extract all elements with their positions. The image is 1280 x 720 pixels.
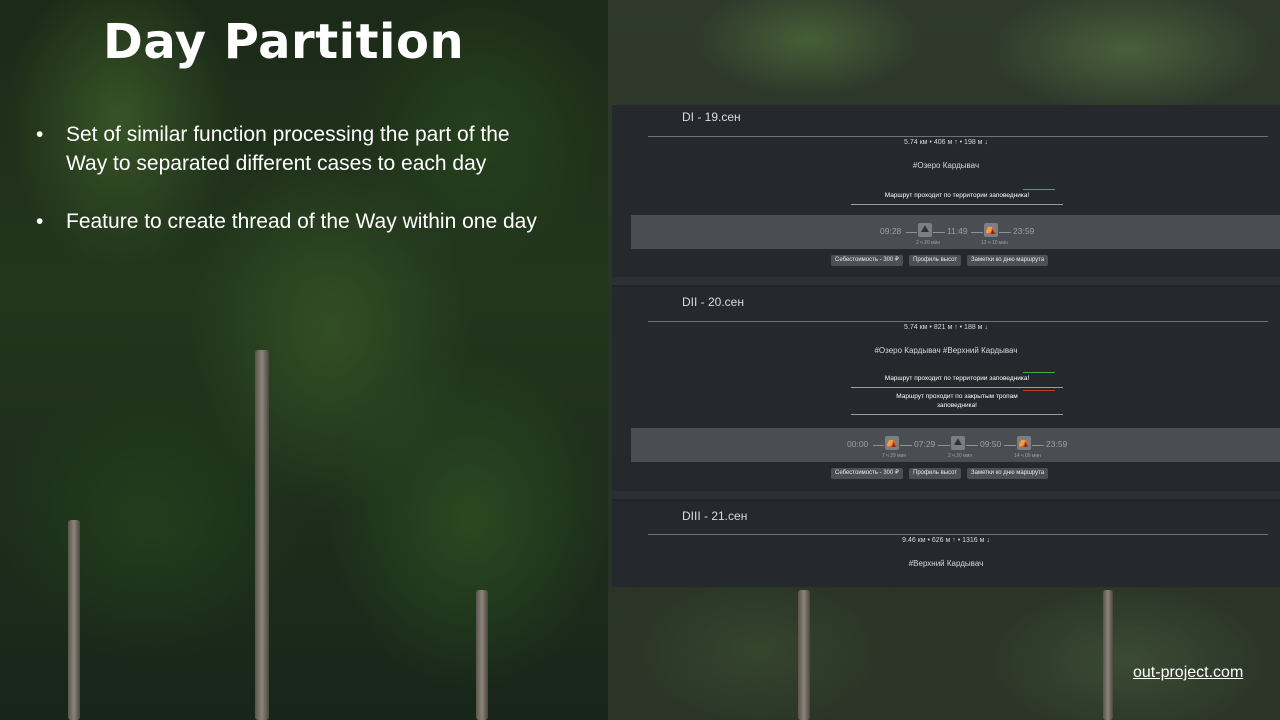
cost-button[interactable]: Себестоимость - 300 ₽ — [831, 255, 903, 266]
day-stats: 5.74 км • 821 м ↑ • 188 м ↓ — [904, 324, 988, 331]
timeline-duration: 7 ч 29 мин — [882, 453, 907, 459]
reserve-warning: Маршрут проходит по территории заповедни… — [851, 372, 1063, 388]
warning-text: Маршрут проходит по территории заповедни… — [884, 192, 1030, 199]
timeline-line — [999, 232, 1011, 233]
timeline-line — [900, 445, 912, 446]
day-notes-button[interactable]: Заметки ко дню маршрута — [967, 468, 1049, 479]
day-timeline: 00:00 ⛺ 07:29 ⛰ 09:50 ⛺ 23:59 7 ч 29 мин… — [631, 428, 1280, 462]
elevation-profile-button[interactable]: Профиль высот — [909, 468, 962, 479]
day-tags[interactable]: #Верхний Кардывач — [612, 559, 1280, 568]
divider — [648, 534, 1268, 535]
hiker-icon[interactable]: ⛰ — [918, 223, 932, 237]
bullet-text: Set of similar function processing the p… — [66, 123, 510, 175]
timeline-time: 23:59 — [1046, 439, 1068, 449]
timeline-time: 09:28 — [880, 226, 902, 236]
bullet-list: • Set of similar function processing the… — [36, 120, 556, 265]
day-stats: 9.46 км • 626 м ↑ • 1316 м ↓ — [902, 537, 990, 544]
timeline-duration: 14 ч 09 мин — [1014, 453, 1041, 459]
slide-title: Day Partition — [103, 14, 465, 70]
timeline-time: 09:50 — [980, 439, 1002, 449]
divider — [648, 321, 1268, 322]
bullet-item: • Set of similar function processing the… — [36, 120, 556, 178]
warning-marker — [1023, 390, 1055, 391]
bullet-item: • Feature to create thread of the Way wi… — [36, 207, 556, 236]
timeline-line — [971, 232, 983, 233]
website-link[interactable]: out-project.com — [1133, 664, 1243, 682]
tree-trunk — [1103, 590, 1113, 720]
hiker-icon[interactable]: ⛰ — [951, 436, 965, 450]
day-separator — [612, 491, 1280, 499]
reserve-warning: Маршрут проходит по территории заповедни… — [851, 189, 1063, 205]
warning-marker — [1023, 189, 1055, 190]
forest-background-left — [0, 0, 608, 720]
closed-trails-warning: Маршрут проходит по закрытым тропам запо… — [851, 390, 1063, 415]
day-card-2: DII - 20.сен 5.74 км • 821 м ↑ • 188 м ↓… — [612, 287, 1280, 491]
day-card-3: DIII - 21.сен 9.46 км • 626 м ↑ • 1316 м… — [612, 501, 1280, 587]
warning-marker — [1023, 372, 1055, 373]
day-card-1: DI - 19.сен 5.74 км • 406 м ↑ • 198 м ↓ … — [612, 105, 1280, 277]
warning-text: Маршрут проходит по территории заповедни… — [884, 375, 1030, 382]
tree-trunk — [476, 590, 488, 720]
timeline-time: 07:29 — [914, 439, 936, 449]
route-app-screenshot: DI - 19.сен 5.74 км • 406 м ↑ • 198 м ↓ … — [612, 105, 1280, 587]
bullet-dot-icon: • — [36, 123, 44, 146]
timeline-time: 11:49 — [947, 226, 968, 236]
timeline-line — [906, 232, 917, 233]
timeline-duration: 2 ч 20 мин — [916, 240, 941, 246]
timeline-line — [1032, 445, 1044, 446]
camp-icon[interactable]: ⛺ — [1017, 436, 1031, 450]
elevation-profile-button[interactable]: Профиль высот — [909, 255, 962, 266]
bullet-text: Feature to create thread of the Way with… — [66, 210, 537, 233]
timeline-line — [933, 232, 945, 233]
tree-trunk — [68, 520, 80, 720]
tree-trunk — [798, 590, 810, 720]
camp-icon[interactable]: ⛺ — [984, 223, 998, 237]
timeline-time: 23:59 — [1013, 226, 1035, 236]
day-tags[interactable]: #Озеро Кардывач — [612, 161, 1280, 170]
day-tags[interactable]: #Озеро Кардывач #Верхний Кардывач — [612, 346, 1280, 355]
day-title: DIII - 21.сен — [682, 509, 748, 523]
timeline-line — [1004, 445, 1016, 446]
day-title: DII - 20.сен — [682, 295, 744, 309]
timeline-duration: 12 ч 10 мин — [981, 240, 1008, 246]
cost-button[interactable]: Себестоимость - 300 ₽ — [831, 468, 903, 479]
day-title: DI - 19.сен — [682, 110, 741, 124]
timeline-line — [966, 445, 978, 446]
timeline-time: 00:00 — [847, 439, 869, 449]
slide: Day Partition • Set of similar function … — [0, 0, 1280, 720]
divider — [648, 136, 1268, 137]
day-notes-button[interactable]: Заметки ко дню маршрута — [967, 255, 1049, 266]
timeline-line — [873, 445, 884, 446]
timeline-duration: 2 ч 20 мин — [948, 453, 973, 459]
timeline-line — [938, 445, 950, 446]
bullet-dot-icon: • — [36, 210, 44, 233]
day-timeline: 09:28 ⛰ 11:49 ⛺ 23:59 2 ч 20 мин 12 ч 10… — [631, 215, 1280, 249]
day-separator — [612, 277, 1280, 285]
camp-icon[interactable]: ⛺ — [885, 436, 899, 450]
warning-text: Маршрут проходит по закрытым тропам запо… — [896, 393, 1018, 409]
tree-trunk — [255, 350, 269, 720]
day-stats: 5.74 км • 406 м ↑ • 198 м ↓ — [904, 139, 988, 146]
